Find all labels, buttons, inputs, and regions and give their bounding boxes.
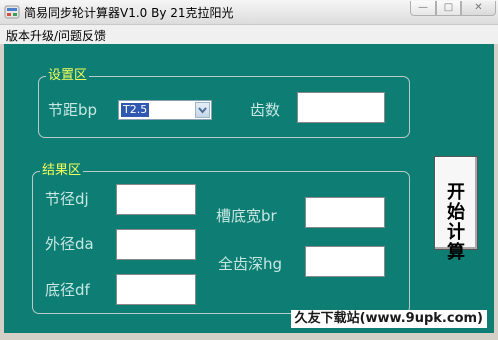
- root-diameter-label: 底径df: [45, 281, 90, 299]
- title-bar[interactable]: 简易同步轮计算器V1.0 By 21克拉阳光 — □ ✕: [0, 0, 498, 25]
- pitch-select[interactable]: T2.5: [118, 100, 212, 120]
- start-calculate-label: 开始计算: [447, 182, 465, 263]
- pitch-diameter-output[interactable]: [116, 184, 196, 215]
- tooth-depth-label: 全齿深hg: [218, 255, 283, 273]
- pitch-diameter-label: 节径dj: [45, 190, 89, 208]
- teeth-label: 齿数: [250, 101, 281, 119]
- minimize-icon: —: [418, 2, 428, 13]
- app-window: 简易同步轮计算器V1.0 By 21克拉阳光 — □ ✕ 版本升级/问题反馈 设…: [0, 0, 498, 340]
- settings-group-label: 设置区: [46, 68, 90, 84]
- pitch-select-value: T2.5: [121, 103, 150, 117]
- close-icon: ✕: [474, 2, 483, 13]
- groove-width-output[interactable]: [305, 197, 385, 228]
- menu-bar: 版本升级/问题反馈: [0, 25, 498, 44]
- maximize-icon: □: [443, 2, 454, 13]
- close-button[interactable]: ✕: [461, 1, 496, 16]
- maximize-button[interactable]: □: [436, 1, 461, 16]
- client-area: 设置区 节距bp T2.5 齿数 结果区 节径dj 外径da 底径df 槽底宽b…: [4, 44, 494, 333]
- chevron-down-icon: [198, 107, 207, 114]
- root-diameter-output[interactable]: [116, 274, 196, 305]
- start-calculate-button[interactable]: 开始计算: [434, 156, 478, 263]
- outer-diameter-label: 外径da: [45, 235, 94, 253]
- teeth-input[interactable]: [297, 92, 385, 123]
- menu-item-version-feedback[interactable]: 版本升级/问题反馈: [6, 27, 106, 44]
- results-group-label: 结果区: [40, 163, 84, 179]
- pitch-label: 节距bp: [48, 101, 98, 119]
- groove-width-label: 槽底宽br: [216, 207, 277, 225]
- outer-diameter-output[interactable]: [116, 229, 196, 260]
- tooth-depth-output[interactable]: [305, 246, 385, 277]
- watermark: 久友下载站(www.9upk.com): [290, 310, 487, 328]
- minimize-button[interactable]: —: [410, 1, 436, 16]
- pitch-dropdown-button[interactable]: [195, 102, 210, 118]
- window-title: 简易同步轮计算器V1.0 By 21克拉阳光: [24, 6, 234, 20]
- app-icon: [4, 5, 20, 19]
